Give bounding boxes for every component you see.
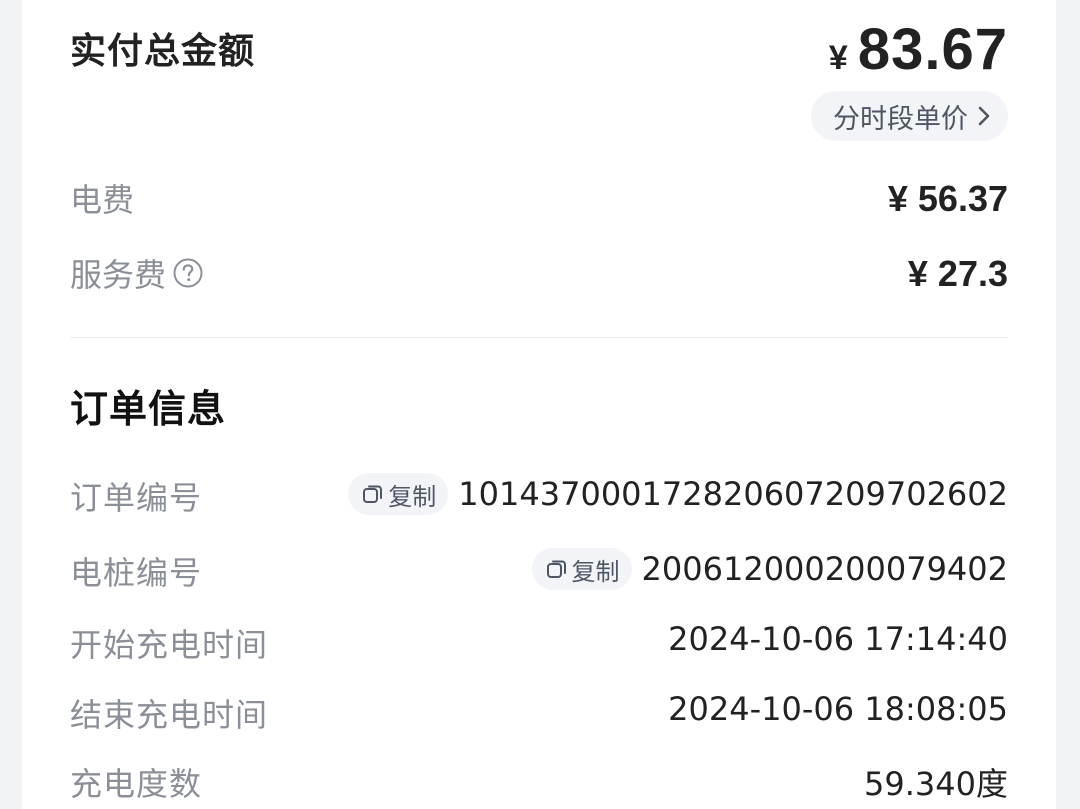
charge-start-time-label: 开始充电时间 bbox=[70, 626, 269, 664]
charge-end-time-value: 2024-10-06 18:08:05 bbox=[668, 690, 1008, 728]
electricity-fee-value: ¥ 56.37 bbox=[887, 178, 1008, 219]
charger-number-row-value: 复制 200612000200079402 bbox=[531, 548, 1008, 590]
copy-icon bbox=[546, 560, 566, 578]
order-detail-card: 实付总金额 ¥ 83.67 分时段单价 电费 ¥ 56.37 服务费 ¥ 27.… bbox=[22, 0, 1056, 809]
question-circle-icon[interactable] bbox=[172, 257, 204, 289]
order-number-value: 101437000172820607209702602 bbox=[458, 475, 1008, 513]
time-of-use-price-button[interactable]: 分时段单价 bbox=[811, 91, 1008, 141]
total-amount: ¥ 83.67 bbox=[829, 16, 1008, 83]
electricity-fee-label: 电费 bbox=[70, 181, 135, 219]
charger-number-value: 200612000200079402 bbox=[641, 550, 1008, 588]
charge-start-time-value: 2024-10-06 17:14:40 bbox=[668, 620, 1008, 658]
order-detail-content: 实付总金额 ¥ 83.67 分时段单价 电费 ¥ 56.37 服务费 ¥ 27.… bbox=[70, 0, 1008, 809]
order-number-row-value: 复制 101437000172820607209702602 bbox=[348, 473, 1008, 515]
service-fee-label-row: 服务费 bbox=[70, 250, 204, 296]
chevron-right-icon bbox=[978, 106, 990, 126]
copy-charger-number-button[interactable]: 复制 bbox=[531, 548, 632, 590]
copy-icon bbox=[363, 485, 383, 503]
copy-label: 复制 bbox=[571, 557, 620, 586]
time-of-use-price-label: 分时段单价 bbox=[833, 103, 968, 135]
section-divider bbox=[70, 337, 1008, 338]
service-fee-label: 服务费 bbox=[70, 256, 167, 294]
total-currency-symbol: ¥ bbox=[828, 39, 848, 77]
order-number-label: 订单编号 bbox=[70, 479, 203, 517]
copy-label: 复制 bbox=[388, 482, 437, 511]
charge-end-time-label: 结束充电时间 bbox=[70, 696, 269, 734]
order-info-title: 订单信息 bbox=[70, 387, 227, 431]
total-amount-value: 83.67 bbox=[857, 17, 1008, 82]
service-fee-value: ¥ 27.3 bbox=[907, 253, 1008, 294]
charged-energy-value: 59.340度 bbox=[864, 765, 1008, 803]
charger-number-label: 电桩编号 bbox=[70, 554, 203, 592]
copy-order-number-button[interactable]: 复制 bbox=[348, 473, 449, 515]
total-amount-label: 实付总金额 bbox=[70, 31, 256, 72]
charged-energy-label: 充电度数 bbox=[70, 765, 203, 803]
